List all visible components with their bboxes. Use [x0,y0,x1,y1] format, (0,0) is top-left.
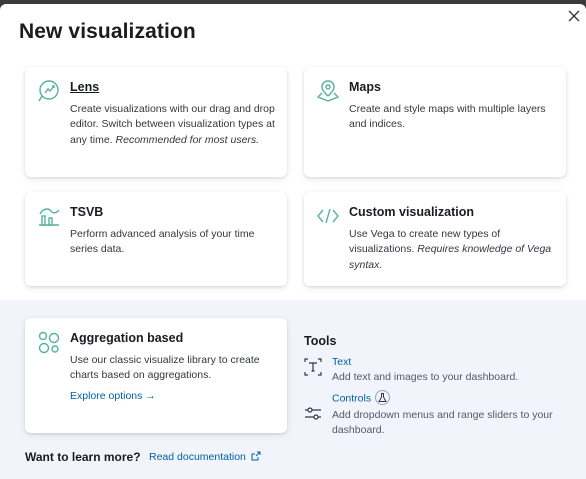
learn-more-label: Want to learn more? [25,450,141,464]
tool-text-description: Add text and images to your dashboard. [332,371,519,383]
code-icon [316,204,340,228]
close-icon[interactable] [566,8,582,24]
aggregation-icon [37,330,61,354]
tool-controls-description: Add dropdown menus and range sliders to … [332,409,553,436]
new-visualization-modal: New visualization Lens Create visualizat… [0,4,586,479]
maps-card[interactable]: Maps Create and style maps with multiple… [304,67,566,177]
tool-controls-name[interactable]: Controls [332,390,391,406]
lens-title[interactable]: Lens [70,80,99,94]
tool-text-name[interactable]: Text [332,356,351,368]
read-documentation-link[interactable]: Read documentation [149,451,261,463]
read-documentation-label[interactable]: Read documentation [149,451,246,463]
lens-icon [37,79,61,103]
tools-heading: Tools [304,334,337,348]
modal-title: New visualization [19,20,196,43]
lens-card[interactable]: Lens Create visualizations with our drag… [25,67,287,177]
tool-controls[interactable]: Controls Add dropdown menus and range sl… [304,390,574,437]
maps-description: Create and style maps with multiple laye… [349,103,546,131]
aggregation-based-description: Use our classic visualize library to cre… [70,354,260,382]
aggregation-based-title[interactable]: Aggregation based [70,331,183,345]
explore-options-link[interactable]: Explore options → [70,390,156,402]
tsvb-card[interactable]: TSVB Perform advanced analysis of your t… [25,192,287,286]
tool-text[interactable]: Text Add text and images to your dashboa… [304,356,574,388]
aggregation-based-card[interactable]: Aggregation based Use our classic visual… [25,318,287,433]
tsvb-title[interactable]: TSVB [70,205,103,219]
lens-description-note: Recommended for most users. [115,133,260,146]
beaker-icon [375,390,391,405]
custom-visualization-card[interactable]: Custom visualization Use Vega to create … [304,192,566,286]
custom-visualization-title[interactable]: Custom visualization [349,205,474,219]
tsvb-description: Perform advanced analysis of your time s… [70,228,255,256]
external-link-icon [251,451,261,461]
text-icon [304,358,322,376]
custom-visualization-description: Use Vega to create new types of visualiz… [349,227,554,273]
lens-description: Create visualizations with our drag and … [70,102,280,148]
maps-title[interactable]: Maps [349,80,381,94]
maps-icon [316,79,340,103]
controls-icon [304,405,322,423]
tsvb-icon [37,204,61,228]
tool-controls-label[interactable]: Controls [332,392,371,404]
